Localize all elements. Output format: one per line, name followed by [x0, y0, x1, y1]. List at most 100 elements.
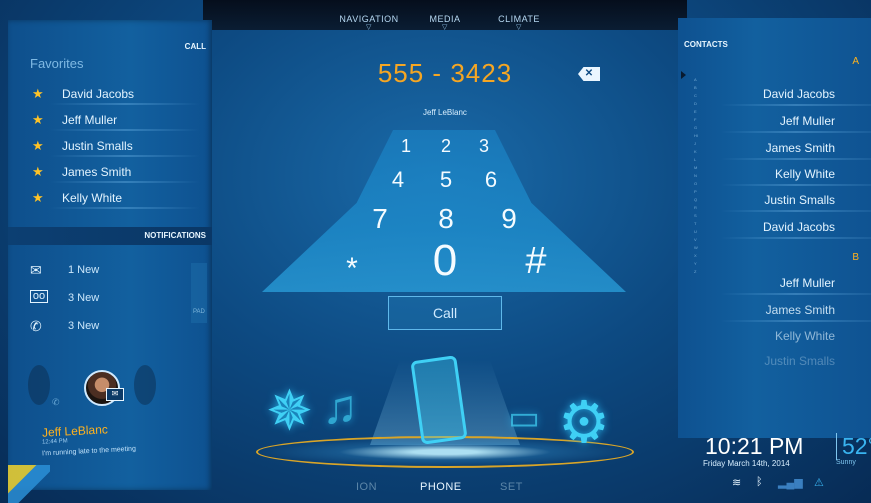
contact-item[interactable]: James Smith — [766, 303, 835, 317]
key-0[interactable]: 0 — [424, 236, 466, 286]
contact-item[interactable]: Justin Smalls — [764, 354, 835, 368]
clock: 10:21 PM — [705, 433, 804, 459]
star-icon: ★ — [32, 190, 44, 205]
warning-icon[interactable]: ⚠ — [814, 476, 824, 489]
tab-climate[interactable]: CLIMATE ▽ — [479, 14, 559, 31]
tab-navigation-label: NAVIGATION — [339, 14, 399, 24]
contact-item[interactable]: Jeff Muller — [780, 276, 835, 290]
tab-media-label: MEDIA — [429, 14, 461, 24]
carousel-next[interactable] — [134, 365, 156, 405]
star-icon: ★ — [32, 86, 44, 101]
contacts-header: CONTACTS — [684, 40, 728, 49]
favorite-item[interactable]: ★ James Smith — [32, 164, 212, 186]
key-6[interactable]: 6 — [479, 167, 503, 193]
key-2[interactable]: 2 — [436, 136, 456, 157]
divider — [721, 293, 871, 295]
favorite-name: David Jacobs — [62, 87, 135, 101]
star-icon: ★ — [32, 112, 44, 127]
notification-label: 3 New — [68, 320, 100, 332]
tab-navigation[interactable]: NAVIGATION ▽ — [329, 14, 409, 31]
tab-navigation-bottom[interactable]: ION — [356, 481, 377, 493]
message-time: 12:44 PM — [41, 438, 68, 446]
divider — [721, 237, 871, 239]
tab-phone[interactable]: PHONE — [420, 481, 462, 493]
divider — [721, 210, 871, 212]
corner-logo — [8, 465, 50, 503]
envelope-icon: ✉ — [30, 262, 42, 278]
chevron-down-icon: ▽ — [516, 24, 522, 31]
notification-label: 3 New — [68, 292, 100, 304]
notification-label: 1 New — [68, 264, 100, 276]
contact-item[interactable]: Jeff Muller — [780, 114, 835, 128]
carousel-prev[interactable] — [28, 365, 50, 405]
temperature: 52° — [836, 433, 871, 460]
favorite-item[interactable]: ★ David Jacobs — [32, 86, 212, 108]
contact-item[interactable]: David Jacobs — [763, 87, 835, 101]
favorite-name: Justin Smalls — [62, 139, 133, 153]
key-8[interactable]: 8 — [432, 203, 460, 235]
key-hash[interactable]: # — [518, 240, 554, 283]
favorite-item[interactable]: ★ Justin Smalls — [32, 138, 212, 160]
wifi-icon: ≋ — [732, 477, 742, 489]
mail-badge-icon: ✉ — [106, 388, 124, 401]
divider — [50, 103, 200, 105]
group-letter: A — [852, 56, 859, 67]
notifications-header-bar: NOTIFICATIONS — [8, 227, 212, 245]
key-3[interactable]: 3 — [474, 136, 494, 157]
key-star[interactable]: * — [338, 252, 366, 286]
left-panel: CALL Favorites ★ David Jacobs ★ Jeff Mul… — [8, 20, 212, 490]
pad-tab[interactable]: PAD — [191, 263, 207, 323]
notification-item-messages[interactable]: ✉ 1 New — [30, 262, 190, 284]
divider — [721, 158, 871, 160]
gear-icon[interactable]: ⚙ — [558, 388, 610, 456]
message-text: I'm running late to the meeting — [41, 445, 137, 458]
contact-item[interactable]: Kelly White — [775, 329, 835, 343]
contact-item[interactable]: Justin Smalls — [764, 193, 835, 207]
divider — [50, 129, 200, 131]
divider — [50, 207, 200, 209]
matched-contact: Jeff LeBlanc — [423, 108, 467, 117]
favorite-item[interactable]: ★ Jeff Muller — [32, 112, 212, 134]
key-9[interactable]: 9 — [495, 203, 523, 235]
favorite-item[interactable]: ★ Kelly White — [32, 190, 212, 212]
favorite-name: Kelly White — [62, 191, 123, 205]
key-7[interactable]: 7 — [366, 203, 394, 235]
tab-settings[interactable]: SET — [500, 481, 523, 493]
tab-media[interactable]: MEDIA ▽ — [405, 14, 485, 31]
notifications-header: NOTIFICATIONS — [144, 231, 206, 240]
pad-label: PAD — [193, 309, 205, 315]
contact-item[interactable]: David Jacobs — [763, 220, 835, 234]
tab-climate-label: CLIMATE — [498, 14, 540, 24]
compass-icon[interactable]: ✵ — [266, 378, 313, 444]
top-tab-bar: NAVIGATION ▽ MEDIA ▽ CLIMATE ▽ — [203, 0, 687, 31]
divider — [721, 131, 871, 133]
key-4[interactable]: 4 — [386, 167, 410, 193]
notification-item-voicemail[interactable]: oo 3 New — [30, 290, 190, 312]
group-letter: B — [852, 252, 859, 263]
key-5[interactable]: 5 — [434, 167, 458, 193]
missed-call-icon: ✆ — [30, 318, 42, 334]
divider — [50, 181, 200, 183]
star-icon: ★ — [32, 164, 44, 179]
phone-icon: ✆ — [52, 397, 60, 407]
divider — [721, 320, 871, 322]
contact-item[interactable]: Kelly White — [775, 167, 835, 181]
call-button[interactable]: Call — [388, 296, 502, 330]
notification-item-missed-calls[interactable]: ✆ 3 New — [30, 318, 190, 340]
monitor-icon[interactable]: ▭ — [508, 398, 540, 438]
backspace-icon[interactable]: ✕ — [578, 67, 600, 81]
signal-icon: ▂▄▆ — [778, 477, 803, 489]
divider — [50, 155, 200, 157]
message-sender: Jeff LeBlanc — [41, 422, 109, 440]
contact-item[interactable]: James Smith — [766, 141, 835, 155]
call-panel-header: CALL — [184, 42, 206, 51]
music-note-icon[interactable]: ♫ — [322, 380, 358, 435]
favorite-name: Jeff Muller — [62, 113, 118, 127]
star-icon: ★ — [32, 138, 44, 153]
chevron-down-icon: ▽ — [366, 24, 372, 31]
alphabet-index[interactable]: ABCDEFGHIJKLMNOPQRSTUVWXYZ — [694, 76, 698, 286]
dialed-number: 555 - 3423 — [377, 58, 513, 88]
key-1[interactable]: 1 — [396, 136, 416, 157]
favorites-title: Favorites — [30, 56, 84, 71]
index-pointer-icon — [681, 71, 686, 79]
